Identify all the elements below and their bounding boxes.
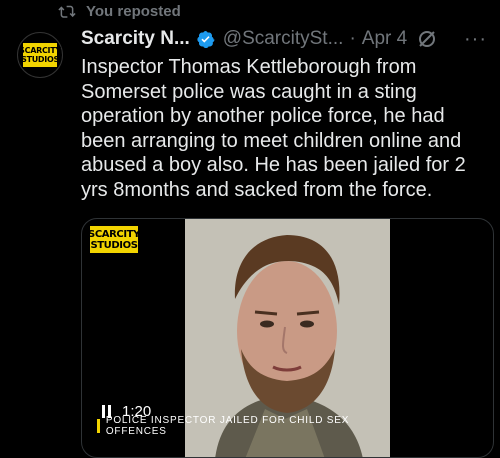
avatar[interactable]: SCARCITY STUDIOS: [17, 32, 63, 78]
video-caption-bar: POLICE INSPECTOR JAILED FOR CHILD SEX OF…: [97, 415, 397, 437]
tweet-text: Inspector Thomas Kettleborough from Some…: [81, 56, 466, 201]
repost-label: You reposted: [86, 2, 181, 20]
video-caption: POLICE INSPECTOR JAILED FOR CHILD SEX OF…: [105, 415, 350, 437]
author-handle[interactable]: @ScarcitySt...: [223, 28, 344, 50]
repost-indicator[interactable]: You reposted: [58, 1, 181, 21]
verified-badge-icon[interactable]: [196, 30, 215, 49]
avatar-logo-line1: SCARCITY: [19, 46, 61, 55]
tweet-date[interactable]: Apr 4: [362, 28, 407, 50]
grok-icon[interactable]: [417, 29, 437, 49]
media-watermark-logo: SCARCITY STUDIOS: [88, 225, 140, 254]
more-icon[interactable]: ···: [464, 26, 487, 52]
author-display-name[interactable]: Scarcity N...: [81, 28, 190, 50]
repost-icon: [58, 5, 76, 18]
media-logo-line1: SCARCITY: [88, 228, 140, 240]
separator-dot: ·: [349, 28, 356, 49]
media-logo-line2: STUDIOS: [90, 239, 138, 251]
avatar-logo-line2: STUDIOS: [21, 55, 59, 64]
tweet-header: Scarcity N... @ScarcitySt... · Apr 4 ···: [81, 26, 491, 52]
caption-accent-bar: [97, 419, 100, 433]
avatar-logo: SCARCITY STUDIOS: [19, 42, 61, 68]
media-card[interactable]: SCARCITY STUDIOS 1:20 POLICE INSPECTOR J…: [81, 218, 494, 458]
